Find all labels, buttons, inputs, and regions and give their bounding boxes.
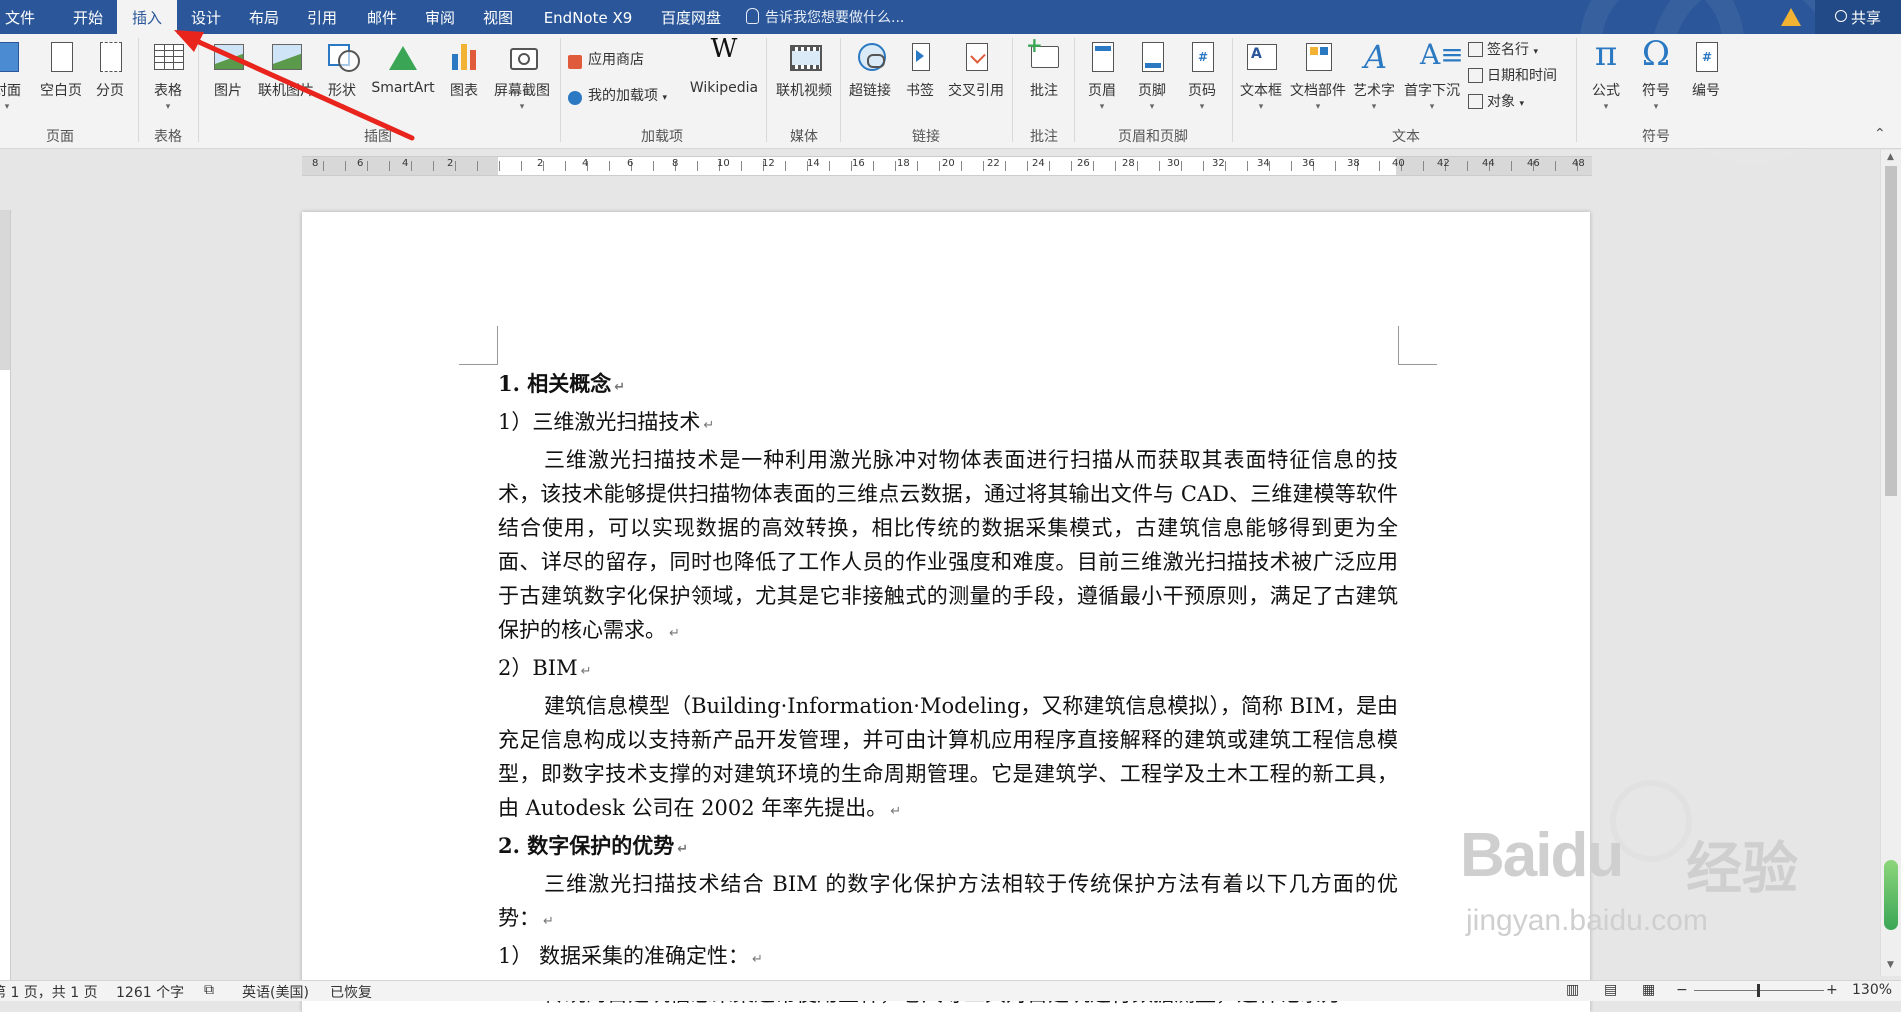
annotation-arrow-shaft (187, 35, 415, 141)
annotation-arrow-head (174, 30, 204, 52)
annotation-arrow (174, 30, 415, 141)
